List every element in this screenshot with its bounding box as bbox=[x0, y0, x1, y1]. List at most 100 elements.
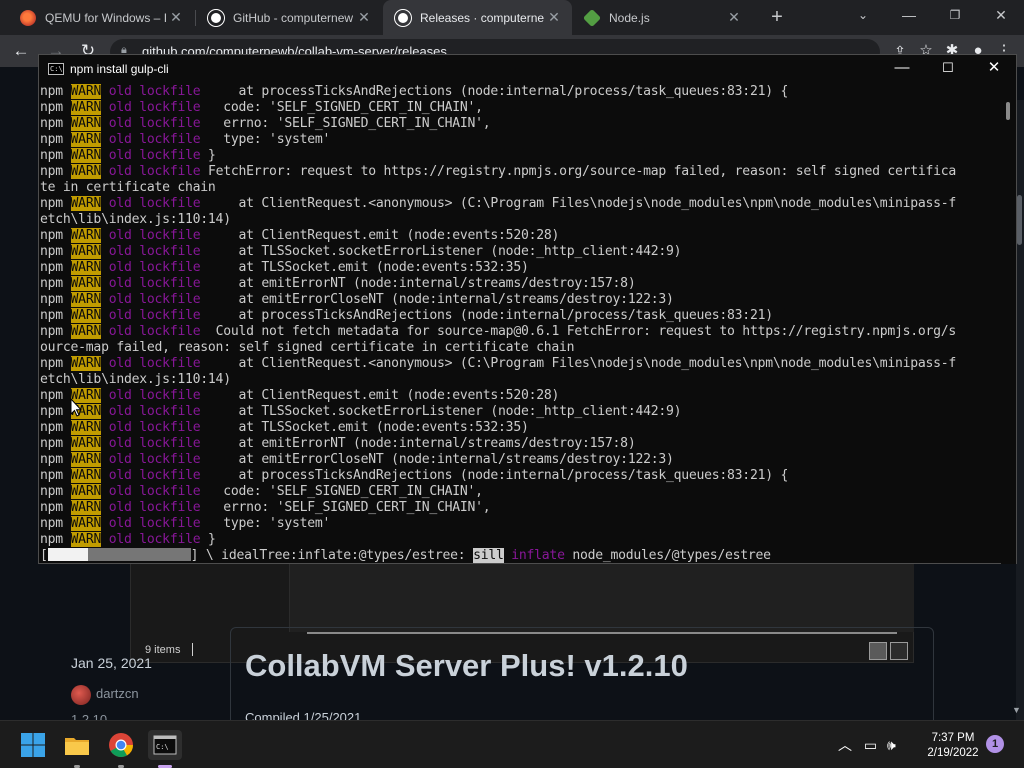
old-label: old bbox=[108, 244, 132, 259]
console-line: npm WARN old lockfile } bbox=[40, 532, 1000, 548]
npm-prefix: npm bbox=[40, 196, 71, 211]
warn-badge: WARN bbox=[70, 308, 102, 323]
console-line: npm WARN old lockfile at emitErrorCloseN… bbox=[40, 292, 1000, 308]
console-message: at ClientRequest.emit (node:events:520:2… bbox=[200, 388, 560, 403]
github-icon bbox=[208, 9, 224, 26]
warn-badge: WARN bbox=[70, 292, 102, 307]
tab-nodejs[interactable]: Node.js ✕ bbox=[572, 0, 752, 35]
minimize-icon[interactable]: — bbox=[886, 0, 932, 30]
chrome-icon[interactable] bbox=[106, 730, 136, 760]
lockfile-label: lockfile bbox=[139, 100, 201, 115]
console-output[interactable]: npm WARN old lockfile at processTicksAnd… bbox=[40, 84, 1000, 564]
warn-badge: WARN bbox=[70, 196, 102, 211]
console-message: code: 'SELF_SIGNED_CERT_IN_CHAIN', bbox=[200, 100, 483, 115]
network-icon[interactable]: ▭ bbox=[864, 737, 877, 753]
close-tab-icon[interactable]: ✕ bbox=[726, 9, 742, 26]
scroll-down-arrow-icon[interactable]: ▼ bbox=[1012, 705, 1021, 715]
clock-date: 2/19/2022 bbox=[927, 747, 979, 759]
clock[interactable]: 7:37 PM 2/19/2022 bbox=[918, 731, 988, 761]
warn-badge: WARN bbox=[70, 148, 102, 163]
console-message: FetchError: request to https://registry.… bbox=[200, 164, 957, 179]
console-line: npm WARN old lockfile at TLSSocket.emit … bbox=[40, 420, 1000, 436]
warn-badge: WARN bbox=[70, 420, 102, 435]
warn-badge: WARN bbox=[70, 500, 102, 515]
page-scrollbar[interactable] bbox=[1016, 100, 1024, 720]
volume-icon[interactable]: 🕪︎ bbox=[887, 737, 896, 753]
release-date: Jan 25, 2021 bbox=[71, 655, 152, 671]
npm-prefix: npm bbox=[40, 164, 71, 179]
release-title[interactable]: CollabVM Server Plus! v1.2.10 bbox=[245, 648, 688, 684]
console-line: npm WARN old lockfile at ClientRequest.<… bbox=[40, 196, 1000, 212]
console-scrollbar[interactable] bbox=[1001, 84, 1016, 564]
terminal-icon[interactable]: C:\ bbox=[148, 730, 182, 760]
npm-prefix: npm bbox=[40, 324, 71, 339]
console-scrollbar-thumb[interactable] bbox=[1006, 102, 1010, 120]
restore-icon[interactable]: ❐ bbox=[932, 0, 978, 30]
close-window-icon[interactable]: ✕ bbox=[978, 0, 1024, 30]
browser-tab-strip: QEMU for Windows – I ✕ GitHub - computer… bbox=[0, 0, 1024, 35]
console-line: npm WARN old lockfile at emitErrorCloseN… bbox=[40, 452, 1000, 468]
console-line: npm WARN old lockfile } bbox=[40, 148, 1000, 164]
lockfile-label: lockfile bbox=[139, 132, 201, 147]
progress-path: node_modules/@types/estree bbox=[564, 548, 771, 563]
lockfile-label: lockfile bbox=[139, 516, 201, 531]
chevron-up-icon[interactable]: ︿ bbox=[838, 737, 852, 753]
lockfile-label: lockfile bbox=[139, 468, 201, 483]
npm-prefix: npm bbox=[40, 420, 71, 435]
warn-badge: WARN bbox=[70, 164, 102, 179]
tab-releases[interactable]: Releases · computerne ✕ bbox=[383, 0, 572, 35]
npm-prefix: npm bbox=[40, 148, 71, 163]
console-message: at emitErrorCloseNT (node:internal/strea… bbox=[200, 452, 674, 467]
console-title-bar[interactable]: C:\ npm install gulp-cli — ☐ ✕ bbox=[39, 55, 1016, 83]
warn-badge: WARN bbox=[70, 228, 102, 243]
progress-bracket: [ bbox=[40, 548, 48, 563]
close-tab-icon[interactable]: ✕ bbox=[168, 9, 184, 26]
old-label: old bbox=[108, 436, 132, 451]
console-icon: C:\ bbox=[48, 63, 64, 75]
old-label: old bbox=[108, 516, 132, 531]
tab-qemu[interactable]: QEMU for Windows – I ✕ bbox=[8, 0, 194, 35]
console-message: etch\lib\index.js:110:14) bbox=[40, 212, 231, 227]
console-close-icon[interactable]: ✕ bbox=[971, 55, 1017, 83]
warn-badge: WARN bbox=[70, 244, 102, 259]
lockfile-label: lockfile bbox=[139, 532, 201, 547]
old-label: old bbox=[108, 228, 132, 243]
lockfile-label: lockfile bbox=[139, 436, 201, 451]
progress-line: [] \ idealTree:inflate:@types/estree: si… bbox=[40, 548, 1000, 564]
avatar[interactable] bbox=[71, 685, 91, 705]
console-message: at ClientRequest.<anonymous> (C:\Program… bbox=[200, 356, 957, 371]
npm-prefix: npm bbox=[40, 436, 71, 451]
new-tab-button[interactable]: + bbox=[766, 5, 788, 29]
console-window[interactable]: C:\ npm install gulp-cli — ☐ ✕ npm WARN … bbox=[38, 54, 1017, 564]
console-message: type: 'system' bbox=[200, 516, 331, 531]
clock-time: 7:37 PM bbox=[931, 732, 975, 744]
progress-verb: inflate bbox=[511, 548, 565, 563]
page-scrollbar-thumb[interactable] bbox=[1017, 195, 1022, 245]
lockfile-label: lockfile bbox=[139, 276, 201, 291]
log-level-badge: sill bbox=[473, 548, 504, 563]
console-line: etch\lib\index.js:110:14) bbox=[40, 212, 1000, 228]
tab-search-icon[interactable]: ⌄ bbox=[840, 0, 886, 30]
console-maximize-icon[interactable]: ☐ bbox=[925, 55, 971, 83]
console-line: npm WARN old lockfile at processTicksAnd… bbox=[40, 84, 1000, 100]
windows-icon[interactable] bbox=[18, 730, 48, 760]
close-tab-icon[interactable]: ✕ bbox=[356, 9, 372, 26]
back-icon[interactable]: ← bbox=[9, 39, 33, 63]
close-tab-icon[interactable]: ✕ bbox=[546, 9, 562, 26]
tab-github[interactable]: GitHub - computernew ✕ bbox=[196, 0, 382, 35]
notification-badge[interactable]: 1 bbox=[986, 735, 1004, 753]
lockfile-label: lockfile bbox=[139, 228, 201, 243]
npm-prefix: npm bbox=[40, 532, 71, 547]
console-line: npm WARN old lockfile errno: 'SELF_SIGNE… bbox=[40, 500, 1000, 516]
console-minimize-icon[interactable]: — bbox=[879, 55, 925, 83]
folder-icon[interactable] bbox=[62, 730, 92, 760]
release-author[interactable]: dartzcn bbox=[96, 686, 139, 701]
old-label: old bbox=[108, 100, 132, 115]
